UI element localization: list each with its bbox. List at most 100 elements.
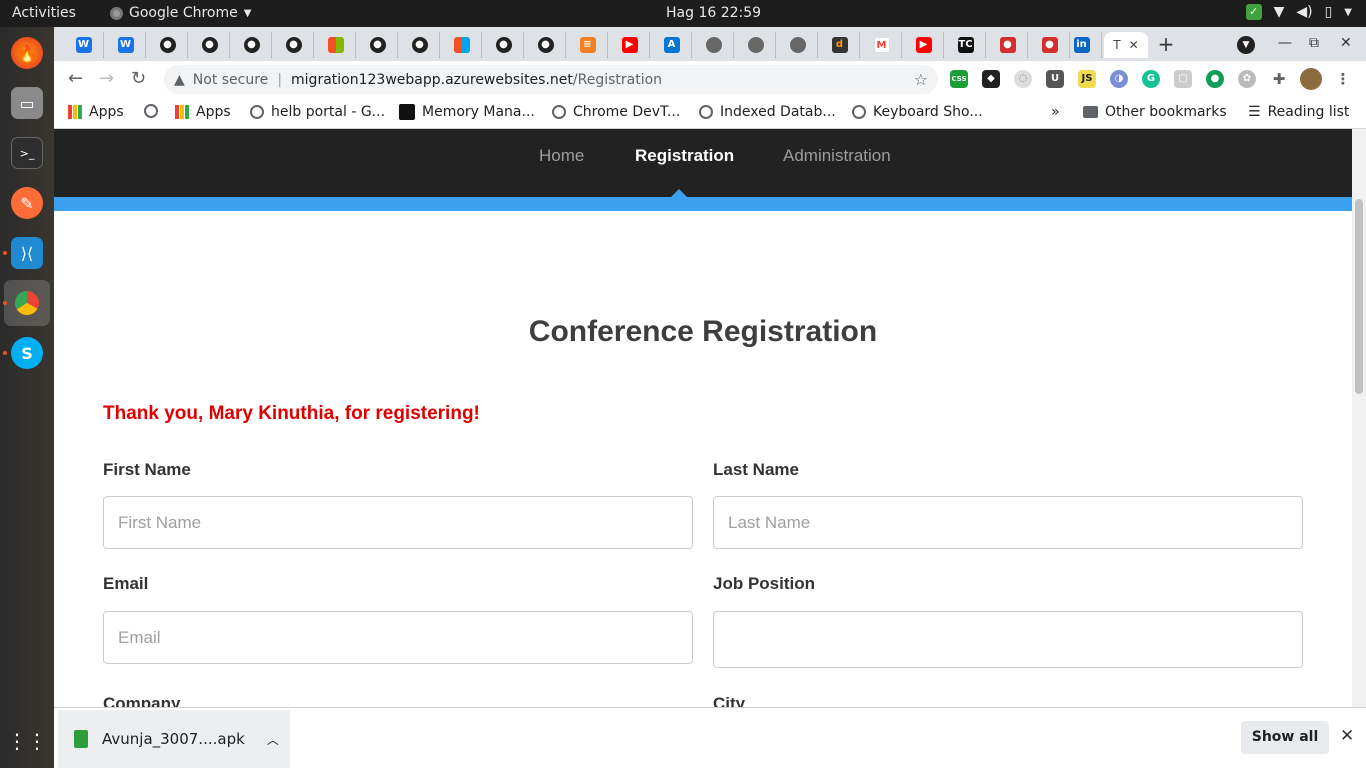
avatar[interactable]: [1300, 68, 1322, 90]
bookmark-label: Other bookmarks: [1105, 104, 1227, 120]
tab[interactable]: A: [652, 32, 692, 58]
tab[interactable]: [736, 32, 776, 58]
tab-active[interactable]: T ✕: [1104, 32, 1148, 58]
bookmark-apps[interactable]: Apps: [68, 104, 124, 120]
bookmark-memory[interactable]: Memory Mana...: [399, 104, 535, 120]
tab[interactable]: TC: [946, 32, 986, 58]
tab[interactable]: W: [106, 32, 146, 58]
system-tray[interactable]: ✓ ▼ ◀) ▯ ▼: [1245, 4, 1352, 20]
bookmark-indexeddb[interactable]: Indexed Datab...: [699, 104, 836, 120]
clock[interactable]: Hag 16 22:59: [666, 5, 761, 21]
tab[interactable]: [442, 32, 482, 58]
tab[interactable]: in: [1062, 32, 1102, 58]
youtube-icon: ▶: [621, 37, 638, 53]
tab[interactable]: ●: [484, 32, 524, 58]
tab[interactable]: ●: [400, 32, 440, 58]
new-tab-button[interactable]: +: [1152, 31, 1180, 59]
more-menu-icon[interactable]: ⋮: [1334, 70, 1352, 88]
maximize-icon[interactable]: ⧉: [1309, 35, 1319, 51]
address-bar[interactable]: ▲ Not secure | migration123webapp.azurew…: [164, 65, 938, 94]
show-apps-icon[interactable]: ⋮⋮: [7, 725, 47, 757]
extension-icon[interactable]: ●: [1206, 70, 1224, 88]
bookmark-globe[interactable]: [144, 104, 158, 118]
bookmark-label: Keyboard Sho...: [873, 104, 983, 120]
extension-icon[interactable]: ◌: [1014, 70, 1032, 88]
tab[interactable]: M: [862, 32, 902, 58]
extension-icon[interactable]: ◑: [1110, 70, 1128, 88]
reload-icon[interactable]: ↻: [131, 68, 146, 89]
extension-icon[interactable]: ✿: [1238, 70, 1256, 88]
close-window-icon[interactable]: ✕: [1340, 35, 1352, 51]
chevron-down-icon: ▼: [243, 7, 252, 19]
reading-list[interactable]: ☰ Reading list: [1248, 104, 1349, 120]
postman-icon[interactable]: ✎: [11, 187, 43, 219]
close-download-bar-icon[interactable]: ✕: [1340, 726, 1354, 746]
more-bookmarks-icon[interactable]: »: [1051, 104, 1060, 120]
tab[interactable]: [694, 32, 734, 58]
app-menu[interactable]: Google Chrome ▼: [110, 5, 251, 21]
tab[interactable]: ●: [988, 32, 1028, 58]
app-name: Google Chrome: [129, 5, 238, 21]
grammarly-icon[interactable]: G: [1142, 70, 1160, 88]
vscode-icon[interactable]: ⟩⟨: [11, 237, 43, 269]
power-menu-icon: ▼: [1344, 6, 1352, 18]
bookmark-label: Apps: [196, 104, 231, 120]
first-name-label: First Name: [103, 460, 191, 479]
tab[interactable]: [778, 32, 818, 58]
tab[interactable]: ●: [274, 32, 314, 58]
tab[interactable]: ●: [358, 32, 398, 58]
tab[interactable]: ●: [232, 32, 272, 58]
job-position-field[interactable]: [713, 611, 1303, 668]
nav-registration[interactable]: Registration: [635, 146, 734, 166]
first-name-field[interactable]: [103, 496, 693, 549]
terminal-icon[interactable]: >_: [11, 137, 43, 169]
tab[interactable]: ●: [148, 32, 188, 58]
last-name-field[interactable]: [713, 496, 1303, 549]
forward-icon[interactable]: →: [99, 68, 114, 89]
show-all-button[interactable]: Show all: [1241, 721, 1329, 754]
chevron-up-icon[interactable]: ︿: [267, 731, 279, 748]
activities-button[interactable]: Activities: [12, 5, 76, 21]
skype-icon[interactable]: S: [11, 337, 43, 369]
scrollbar-thumb[interactable]: [1355, 199, 1363, 394]
tab[interactable]: ▶: [904, 32, 944, 58]
nav-administration[interactable]: Administration: [783, 146, 891, 166]
download-item[interactable]: Avunja_3007....apk ︿: [58, 710, 290, 768]
bookmark-helb[interactable]: helb portal - G...: [250, 104, 385, 120]
chrome-dock-icon[interactable]: [4, 280, 50, 326]
tab[interactable]: d: [820, 32, 860, 58]
tab[interactable]: ▶: [610, 32, 650, 58]
extension-icon[interactable]: ▢: [1174, 70, 1192, 88]
bookmark-devtools[interactable]: Chrome DevT...: [552, 104, 680, 120]
tab[interactable]: ≡: [568, 32, 608, 58]
tab[interactable]: ●: [190, 32, 230, 58]
graduation-cap-icon[interactable]: ◆: [982, 70, 1000, 88]
url-host: migration123webapp.azurewebsites.net: [291, 71, 573, 88]
minimize-icon[interactable]: —: [1278, 35, 1292, 51]
css-extension-icon[interactable]: CSS: [950, 70, 968, 88]
puzzle-icon[interactable]: ✚: [1270, 70, 1288, 88]
firefox-icon[interactable]: 🔥: [11, 37, 43, 69]
close-icon[interactable]: ✕: [1129, 38, 1139, 52]
tab[interactable]: ●: [526, 32, 566, 58]
security-label[interactable]: Not secure: [193, 72, 269, 88]
dock: 🔥 ▭ >_ ✎ ⟩⟨ S ⋮⋮: [0, 27, 54, 768]
bookmark-apps[interactable]: Apps: [175, 104, 231, 120]
linkedin-icon: in: [1073, 37, 1090, 53]
bookmark-keyboard[interactable]: Keyboard Sho...: [852, 104, 983, 120]
update-check-icon[interactable]: ✓: [1245, 4, 1262, 20]
u-extension-icon[interactable]: U: [1046, 70, 1064, 88]
bookmark-star-icon[interactable]: ☆: [914, 70, 928, 89]
back-icon[interactable]: ←: [68, 68, 83, 89]
files-icon[interactable]: ▭: [11, 87, 43, 119]
nav-home[interactable]: Home: [539, 146, 584, 166]
download-filename: Avunja_3007....apk: [102, 730, 245, 748]
warning-icon[interactable]: ▲: [174, 72, 185, 88]
email-field[interactable]: [103, 611, 693, 664]
tab-search-icon[interactable]: ▼: [1237, 35, 1255, 54]
page-scrollbar[interactable]: [1352, 129, 1366, 707]
tab[interactable]: W: [64, 32, 104, 58]
other-bookmarks[interactable]: Other bookmarks: [1083, 104, 1227, 120]
js-extension-icon[interactable]: JS: [1078, 70, 1096, 88]
tab[interactable]: [316, 32, 356, 58]
